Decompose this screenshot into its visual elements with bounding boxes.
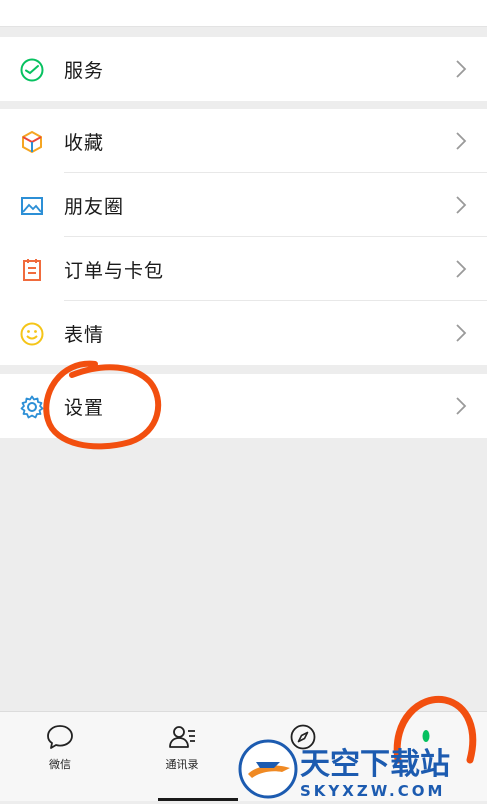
menu-item-label: 收藏	[64, 131, 105, 154]
menu-item-service[interactable]: 服务	[0, 37, 487, 101]
tab-chats[interactable]: 微信	[20, 722, 100, 772]
menu-item-stickers[interactable]: 表情	[0, 301, 487, 365]
watermark-subtitle: SKYXZW.COM	[300, 782, 445, 800]
picture-icon	[19, 193, 45, 219]
menu-item-moments[interactable]: 朋友圈	[0, 173, 487, 237]
settings-group: 设置	[0, 374, 487, 438]
watermark-logo: 天空下载站 SKYXZW.COM	[238, 738, 487, 800]
menu-item-orders-cards[interactable]: 订单与卡包	[0, 237, 487, 301]
smiley-icon	[19, 321, 45, 347]
chevron-right-icon	[455, 323, 467, 343]
services-group: 服务	[0, 37, 487, 101]
chevron-right-icon	[455, 195, 467, 215]
clipboard-icon	[19, 257, 45, 283]
chevron-right-icon	[455, 59, 467, 79]
cube-icon	[19, 129, 45, 155]
tab-label: 微信	[49, 758, 71, 771]
features-group: 收藏 朋友圈 订单与卡包 表情	[0, 109, 487, 365]
menu-item-label: 服务	[64, 59, 105, 82]
menu-item-label: 设置	[64, 396, 105, 419]
gear-icon	[19, 394, 45, 420]
chat-bubble-icon	[45, 722, 75, 752]
menu-item-settings[interactable]: 设置	[0, 374, 487, 438]
menu-item-label: 朋友圈	[64, 195, 125, 218]
menu-item-favorites[interactable]: 收藏	[0, 109, 487, 173]
menu-item-label: 表情	[64, 323, 105, 346]
wechat-pay-icon	[19, 57, 45, 83]
tab-contacts[interactable]: 通讯录	[142, 722, 222, 772]
watermark-title: 天空下载站	[300, 747, 450, 782]
chevron-right-icon	[455, 131, 467, 151]
tab-label: 通讯录	[165, 758, 199, 771]
chevron-right-icon	[455, 259, 467, 279]
menu-item-label: 订单与卡包	[64, 259, 165, 282]
contacts-icon	[167, 722, 197, 752]
top-bar-remnant	[0, 0, 487, 27]
chevron-right-icon	[455, 396, 467, 416]
